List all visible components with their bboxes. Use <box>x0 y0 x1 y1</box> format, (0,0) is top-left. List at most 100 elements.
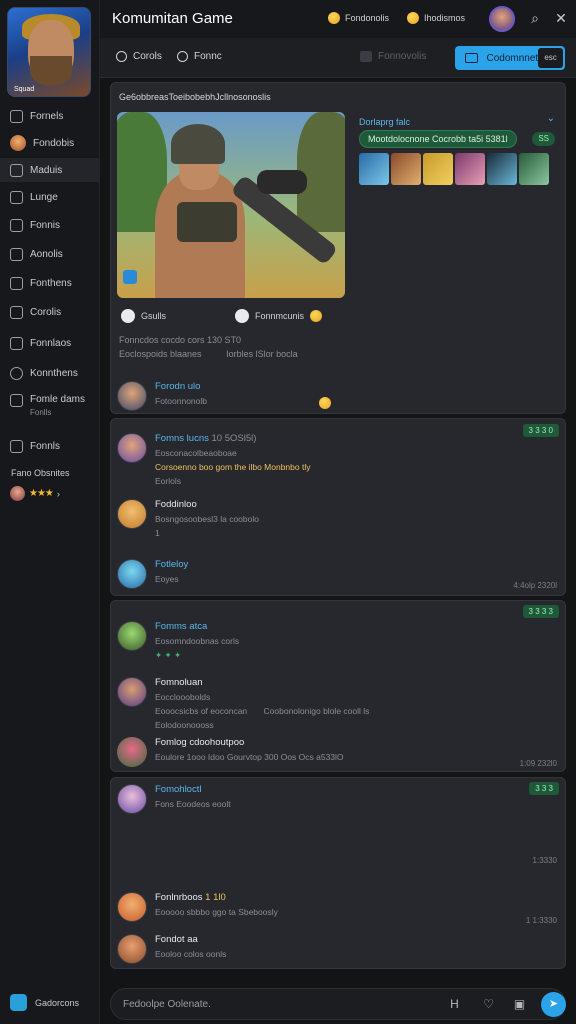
emoji-icon <box>407 12 419 24</box>
list-item[interactable]: Fomohloctl Fons Eoodeos eoolt <box>117 784 231 814</box>
thumbnail[interactable] <box>487 153 517 185</box>
author-subtitle: Fotoonnonolb <box>155 396 207 406</box>
message-text: Fotleloy Eoyes <box>155 559 188 584</box>
sidebar-item-fonnls[interactable]: Fonnls <box>10 436 96 456</box>
author-name: Fomns lucns <box>155 433 209 444</box>
users-icon <box>10 439 23 453</box>
sidebar-bottom-item[interactable]: Gadorcons <box>10 994 79 1011</box>
topbar-link-ihodismos[interactable]: Ihodismos <box>407 12 465 24</box>
list-item[interactable]: Fotleloy Eoyes <box>117 559 188 589</box>
shortcut-badge: esc <box>538 48 563 68</box>
image-icon[interactable]: ▣ <box>512 997 527 1012</box>
sidebar-item-label: Fonnls <box>30 440 61 452</box>
status-badge: 3 3 3 0 <box>522 424 559 437</box>
sidebar-item-fonthens[interactable]: Fonthens <box>10 273 96 293</box>
message-highlight: Corsoenno boo gom the ilbo Monbnbo tly <box>155 462 311 472</box>
emoji-icon <box>319 397 331 409</box>
sidebar-item-aonolis[interactable]: Aonolis <box>10 244 96 264</box>
thumbnail[interactable] <box>519 153 549 185</box>
topbar-link-fondonolis[interactable]: Fondonolis <box>328 12 389 24</box>
sidebar-item-label: Maduis <box>30 164 63 176</box>
toolbar-search-fonnc[interactable]: Fonnc <box>177 51 222 62</box>
thumbnail[interactable] <box>391 153 421 185</box>
chevron-down-icon[interactable]: ⌄ <box>547 113 555 124</box>
timestamp: 1:3330 <box>532 856 557 865</box>
media-title: Dorlaprg falc <box>359 117 411 127</box>
topbar-link-label: Ihodismos <box>424 13 466 23</box>
sidebar-item-label-group: Fomle dams Fonlls <box>30 394 85 417</box>
sidebar-item-fonnlaos[interactable]: Fonnlaos <box>10 333 96 353</box>
sidebar-item-fonnis[interactable]: Fonnis <box>10 215 96 235</box>
list-item[interactable]: Fomms atca Eosomndoobnas corls ✦ ✦ ✦ <box>117 621 239 661</box>
list-item[interactable]: Fomnoluan Eocclooobolds Eooocsicbs of eo… <box>117 677 369 730</box>
app-icon <box>10 994 27 1011</box>
avatar <box>117 934 147 964</box>
list-item[interactable]: Fomlog cdoohoutpoo Eoulore 1ooo Idoo Gou… <box>117 737 344 767</box>
avatar <box>10 486 25 501</box>
message-line: Eooocsicbs of eoconcan Coobonolonigo blo… <box>155 706 369 716</box>
page-title: Komumitan Game <box>112 10 233 27</box>
sidebar-item-fondobis[interactable]: Fondobis <box>10 133 96 153</box>
message-text: Fondot aa Eooloo colos oonls <box>155 934 226 959</box>
post-header: Ge6obbreasToeibobebhJcllnosonoslis <box>119 92 271 102</box>
message-composer[interactable]: Fedoolpe Oolenate. H ♡ ▣ ➤ <box>110 988 566 1020</box>
post-chip-gsulls[interactable]: Gsulls <box>121 309 166 323</box>
message-text-part: Coobonolonigo blole cooll ls <box>263 706 370 716</box>
post-body-line: Fonncdos cocdo cors 130 ST0 <box>119 335 242 345</box>
thumbnail[interactable] <box>455 153 485 185</box>
sidebar-item-konnthens[interactable]: Konnthens <box>10 363 96 383</box>
sidebar-item-corolis[interactable]: Corolis <box>10 302 96 322</box>
chip-label: Fonnmcunis <box>255 311 305 321</box>
sidebar-item-label: Corolis <box>30 306 62 318</box>
search-icon[interactable]: ⌕ <box>527 10 543 26</box>
media-pill[interactable]: Mootdolocnone Cocrobb ta5i 5381l <box>359 130 517 148</box>
window-icon <box>465 53 479 63</box>
post-author[interactable]: Forodn ulo Fotoonnonolb <box>117 381 207 411</box>
message-line: Eooooo sbbbo ggo ta Sbeboosly <box>155 907 278 917</box>
post-body-line: Eoclospoids blaanes Iorbles lSlor bocla <box>119 349 298 359</box>
list-item[interactable]: Fomns lucns 10 5OSl5l) Eosconacolbeaoboa… <box>117 433 310 486</box>
media-thumbnails <box>359 153 549 185</box>
post-hero-image[interactable] <box>117 112 345 298</box>
toolbar: Corols Fonnc Fonnovolis Codomnnet esc <box>100 38 576 78</box>
avatar <box>117 621 147 651</box>
toolbar-item-label: Fonnovolis <box>378 51 427 62</box>
message-input[interactable]: Fedoolpe Oolenate. <box>123 999 211 1010</box>
sidebar-item-maduis[interactable]: Maduis <box>0 158 99 182</box>
toolbar-search-corols[interactable]: Corols <box>116 51 162 62</box>
author-name: Fomms atca <box>155 621 208 632</box>
message-line: Eoyes <box>155 574 179 584</box>
user-avatar[interactable] <box>489 6 515 32</box>
favorites-entry[interactable]: ★★★ › <box>10 486 60 501</box>
sidebar-item-fomle-dams[interactable]: Fomle dams Fonlls <box>10 394 96 424</box>
sidebar-item-label: Fondobis <box>33 137 75 149</box>
post-body-text: Iorbles lSlor bocla <box>226 349 298 359</box>
thumbnail[interactable] <box>423 153 453 185</box>
sidebar-bottom-label: Gadorcons <box>35 997 80 1008</box>
thread-card: 3 3 3 3 Fomms atca Eosomndoobnas corls ✦… <box>110 600 566 772</box>
hashtag-icon[interactable]: H <box>447 997 462 1012</box>
message-meta: 10 5OSl5l) <box>211 433 257 444</box>
thumbnail[interactable] <box>359 153 389 185</box>
author-name: Foddinloo <box>155 499 197 510</box>
pencil-icon <box>10 218 23 232</box>
message-text: Foddinloo Bosngosoobesl3 la coobolo 1 <box>155 499 259 538</box>
gamepad-icon <box>10 163 23 177</box>
topbar: Komumitan Game Fondonolis Ihodismos ⌕ ✕ <box>100 0 576 38</box>
list-item[interactable]: Fondot aa Eooloo colos oonls <box>117 934 226 964</box>
chip-label: Gsulls <box>141 311 167 321</box>
close-icon[interactable]: ✕ <box>553 10 569 26</box>
post-chip-fonnmcunis[interactable]: Fonnmcunis <box>235 309 323 323</box>
sidebar-item-label: Konnthens <box>30 367 78 379</box>
connect-button[interactable]: Codomnnet esc <box>455 46 565 70</box>
message-line: Eorlols <box>155 476 181 486</box>
send-button[interactable]: ➤ <box>541 992 566 1017</box>
game-logo[interactable]: Squad <box>7 7 91 97</box>
list-item[interactable]: Foddinloo Bosngosoobesl3 la coobolo 1 <box>117 499 259 538</box>
sidebar-item-lunge[interactable]: Lunge <box>10 187 96 207</box>
toolbar-disabled-item[interactable]: Fonnovolis <box>360 51 426 62</box>
author-name: Fomnoluan <box>155 677 203 688</box>
list-item[interactable]: Fonlnrboos 1 1l0 Eooooo sbbbo ggo ta Sbe… <box>117 892 278 922</box>
sidebar-item-fornels[interactable]: Fornels <box>10 106 96 126</box>
heart-icon[interactable]: ♡ <box>481 997 496 1012</box>
